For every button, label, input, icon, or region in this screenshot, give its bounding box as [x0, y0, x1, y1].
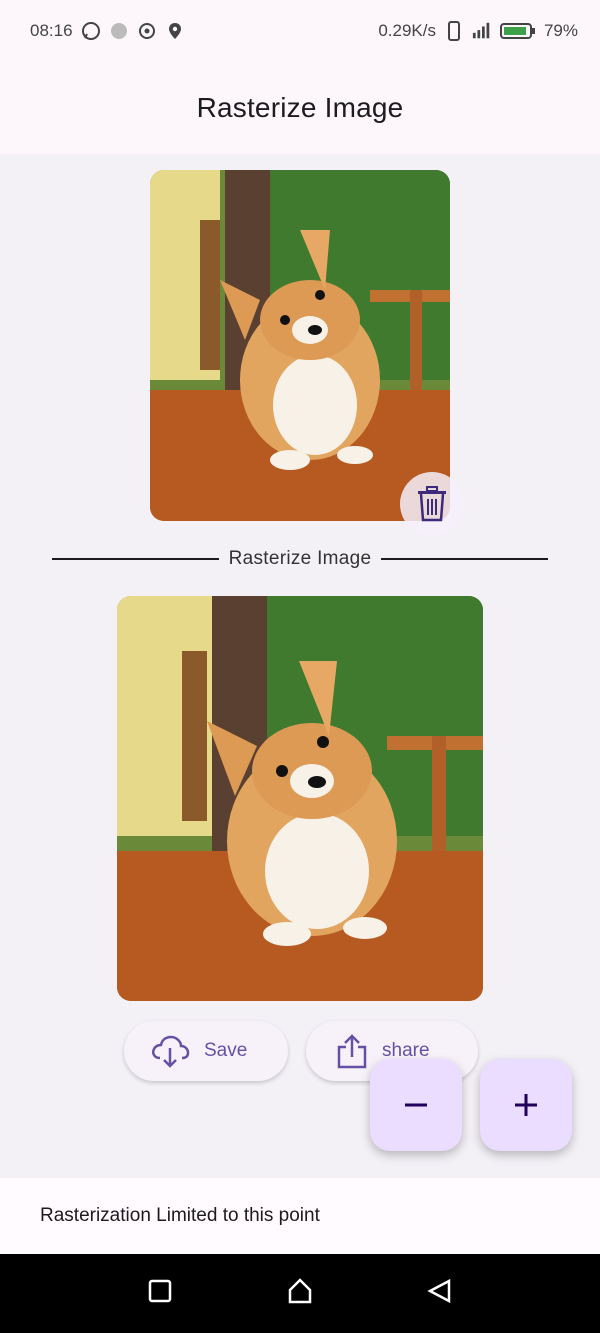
- divider-line-right: [381, 558, 548, 560]
- snackbar-message: Rasterization Limited to this point: [40, 1205, 320, 1226]
- plus-icon: [515, 1094, 537, 1116]
- circle-icon: [109, 21, 129, 41]
- save-button[interactable]: Save: [124, 1021, 288, 1081]
- network-speed: 0.29K/s: [378, 21, 436, 40]
- home-icon[interactable]: [286, 1277, 314, 1310]
- status-right: 0.29K/s 79%: [378, 21, 578, 41]
- share-icon: [337, 1034, 367, 1069]
- save-label: Save: [204, 1040, 248, 1061]
- dog-photo: [150, 170, 450, 521]
- section-divider: Rasterize Image: [52, 544, 548, 574]
- divider-label: Rasterize Image: [228, 548, 372, 569]
- app-bar: Rasterize Image: [0, 62, 600, 154]
- target-icon: [137, 21, 157, 41]
- system-nav-bar: [0, 1254, 600, 1333]
- location-icon: [165, 21, 185, 41]
- battery-icon: [499, 21, 536, 41]
- source-image: [150, 170, 450, 521]
- whatsapp-icon: [81, 21, 101, 41]
- zoom-in-button[interactable]: [480, 1059, 572, 1151]
- snackbar: Rasterization Limited to this point: [0, 1178, 600, 1254]
- dog-photo-rasterized: [117, 596, 483, 1001]
- status-time: 08:16: [30, 21, 73, 40]
- zoom-out-button[interactable]: [370, 1059, 462, 1151]
- divider-line-left: [52, 558, 219, 560]
- recents-square-icon[interactable]: [147, 1278, 173, 1309]
- battery-percent: 79%: [543, 21, 578, 40]
- phone-icon: [444, 21, 464, 41]
- signal-icon: [472, 21, 492, 41]
- minus-icon: [405, 1103, 427, 1107]
- status-left: 08:16: [30, 21, 185, 41]
- delete-button[interactable]: [400, 472, 464, 536]
- status-bar: 08:16 0.29K/s 79%: [0, 0, 600, 62]
- rasterized-image: [117, 596, 483, 1001]
- trash-icon: [418, 486, 446, 522]
- page-title: Rasterize Image: [196, 92, 404, 123]
- back-triangle-icon[interactable]: [427, 1278, 453, 1309]
- cloud-download-icon: [152, 1035, 190, 1068]
